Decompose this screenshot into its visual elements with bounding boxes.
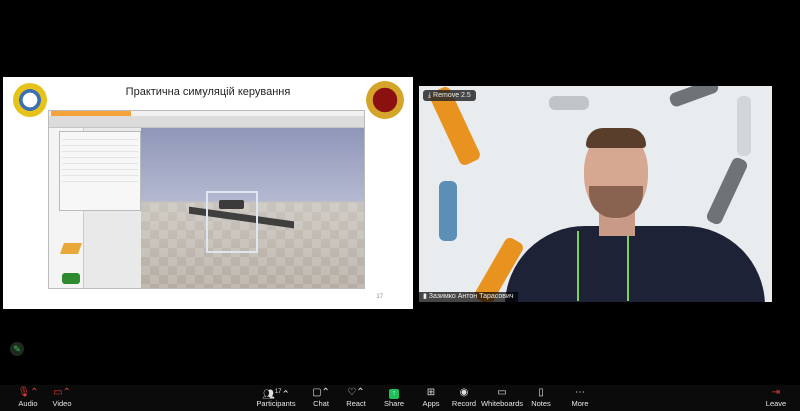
3d-viewport — [141, 128, 364, 288]
app-toolbar — [49, 116, 364, 128]
participant-video[interactable]: ⤓ Remove 2.5 ▮ Зазимко Антон Тарасович — [419, 86, 772, 302]
person-body — [505, 226, 765, 302]
share-screen-icon: ↑ — [389, 389, 399, 399]
leave-button[interactable]: ⇥ Leave — [748, 386, 800, 409]
participant-name: Зазимко Антон Тарасович — [428, 293, 514, 300]
camera-off-icon: ▭⌃ — [53, 387, 71, 398]
recording-badge-label: Remove 2.5 — [433, 92, 471, 99]
simulation-app-screenshot — [48, 110, 365, 289]
shared-screen-slide: Практична симуляцій керування 17 — [3, 77, 413, 309]
more-label: More — [571, 399, 589, 408]
gripper — [219, 200, 244, 209]
participants-count: 17 — [274, 389, 282, 395]
meeting-toolbar: 🎙︎⌃ Audio ▭⌃ Video 👥︎17⌃ Participants ▢⌃ Cha… — [0, 385, 800, 411]
annotate-pencil-icon[interactable]: ✎ — [10, 342, 24, 356]
recording-badge[interactable]: ⤓ Remove 2.5 — [423, 90, 476, 101]
university-logo-right — [366, 81, 404, 119]
video-label: Video — [52, 399, 72, 408]
more-icon: ⋯ — [575, 387, 585, 398]
video-button[interactable]: ▭⌃ Video — [34, 386, 90, 409]
leave-label: Leave — [765, 399, 787, 408]
properties-panel — [59, 131, 141, 211]
slide-number: 17 — [376, 294, 383, 300]
participant-name-tag: ▮ Зазимко Антон Тарасович — [419, 292, 518, 302]
more-button[interactable]: ⋯ More — [552, 386, 608, 409]
slide-title: Практична симуляцій керування — [125, 86, 291, 98]
leave-icon: ⇥ — [771, 387, 781, 398]
